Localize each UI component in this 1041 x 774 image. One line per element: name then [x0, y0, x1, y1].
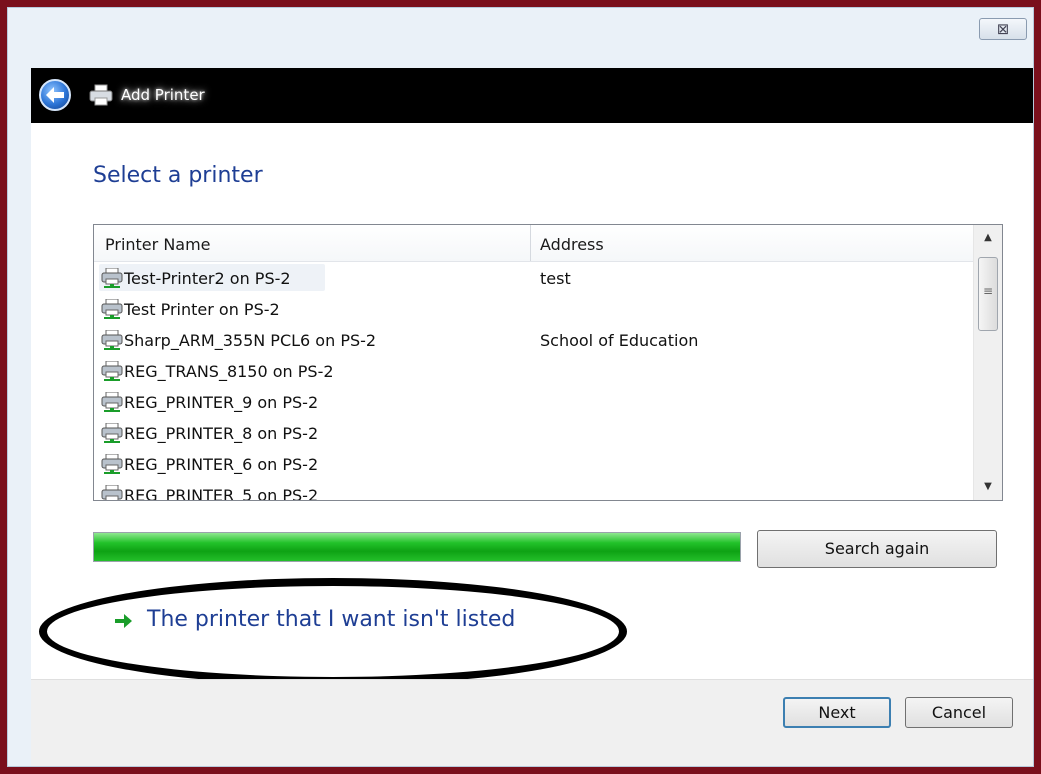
- scroll-thumb[interactable]: ≡: [978, 257, 998, 331]
- printer-name: REG_PRINTER_5 on PS-2: [124, 486, 319, 501]
- title-bar: Add Printer: [31, 68, 1033, 123]
- content-area: Select a printer Printer Name Address Te…: [31, 123, 1033, 685]
- network-printer-icon: [101, 330, 123, 350]
- printer-name: Test Printer on PS-2: [124, 300, 280, 319]
- column-header-address[interactable]: Address: [540, 235, 604, 254]
- list-item[interactable]: REG_TRANS_8150 on PS-2: [94, 355, 973, 386]
- printer-address: test: [540, 269, 571, 288]
- list-item[interactable]: Sharp_ARM_355N PCL6 on PS-2 School of Ed…: [94, 324, 973, 355]
- printer-name: REG_PRINTER_6 on PS-2: [124, 455, 319, 474]
- list-header: Printer Name Address: [94, 225, 973, 262]
- printer-icon: [89, 84, 113, 110]
- network-printer-icon: [101, 268, 123, 288]
- network-printer-icon: [101, 299, 123, 319]
- printer-name: REG_PRINTER_8 on PS-2: [124, 424, 319, 443]
- cancel-button[interactable]: Cancel: [905, 697, 1013, 728]
- window-title: Add Printer: [121, 86, 205, 104]
- list-item[interactable]: REG_PRINTER_6 on PS-2: [94, 448, 973, 479]
- back-button[interactable]: [39, 79, 71, 111]
- search-progress-bar: [93, 532, 741, 562]
- list-item[interactable]: Test Printer on PS-2: [94, 293, 973, 324]
- network-printer-icon: [101, 454, 123, 474]
- link-text[interactable]: The printer that I want isn't listed: [147, 607, 515, 632]
- progress-fill: [94, 533, 740, 561]
- list-item[interactable]: REG_PRINTER_9 on PS-2: [94, 386, 973, 417]
- printer-name: Test-Printer2 on PS-2: [124, 269, 291, 288]
- green-arrow-icon: [115, 614, 132, 628]
- close-button[interactable]: ⊠: [979, 18, 1027, 40]
- network-printer-icon: [101, 392, 123, 412]
- search-again-button[interactable]: Search again: [757, 530, 997, 568]
- printer-list[interactable]: Printer Name Address Test-Printer2 on PS…: [93, 224, 1003, 501]
- list-rows: Test-Printer2 on PS-2 test Test Printer …: [94, 262, 973, 501]
- network-printer-icon: [101, 423, 123, 443]
- column-divider[interactable]: [530, 225, 531, 261]
- next-button[interactable]: Next: [783, 697, 891, 728]
- list-item[interactable]: Test-Printer2 on PS-2 test: [94, 262, 973, 293]
- button-bar: Next Cancel: [31, 679, 1033, 766]
- network-printer-icon: [101, 361, 123, 381]
- column-header-printer-name[interactable]: Printer Name: [105, 235, 211, 254]
- scroll-up-arrow-icon[interactable]: ▲: [974, 227, 1002, 249]
- vertical-scrollbar[interactable]: ▲ ≡ ▼: [973, 225, 1002, 500]
- list-item[interactable]: REG_PRINTER_5 on PS-2: [94, 479, 973, 501]
- printer-name: REG_TRANS_8150 on PS-2: [124, 362, 334, 381]
- grip-icon: ≡: [983, 284, 994, 298]
- add-printer-window: ⊠ Add Printer Select a printer Printer N…: [7, 7, 1034, 767]
- printer-address: School of Education: [540, 331, 699, 350]
- back-arrow-icon: [46, 87, 64, 103]
- printer-name: Sharp_ARM_355N PCL6 on PS-2: [124, 331, 377, 350]
- scroll-down-arrow-icon[interactable]: ▼: [974, 476, 1002, 498]
- list-item[interactable]: REG_PRINTER_8 on PS-2: [94, 417, 973, 448]
- network-printer-icon: [101, 485, 123, 500]
- page-heading: Select a printer: [93, 163, 263, 188]
- printer-name: REG_PRINTER_9 on PS-2: [124, 393, 319, 412]
